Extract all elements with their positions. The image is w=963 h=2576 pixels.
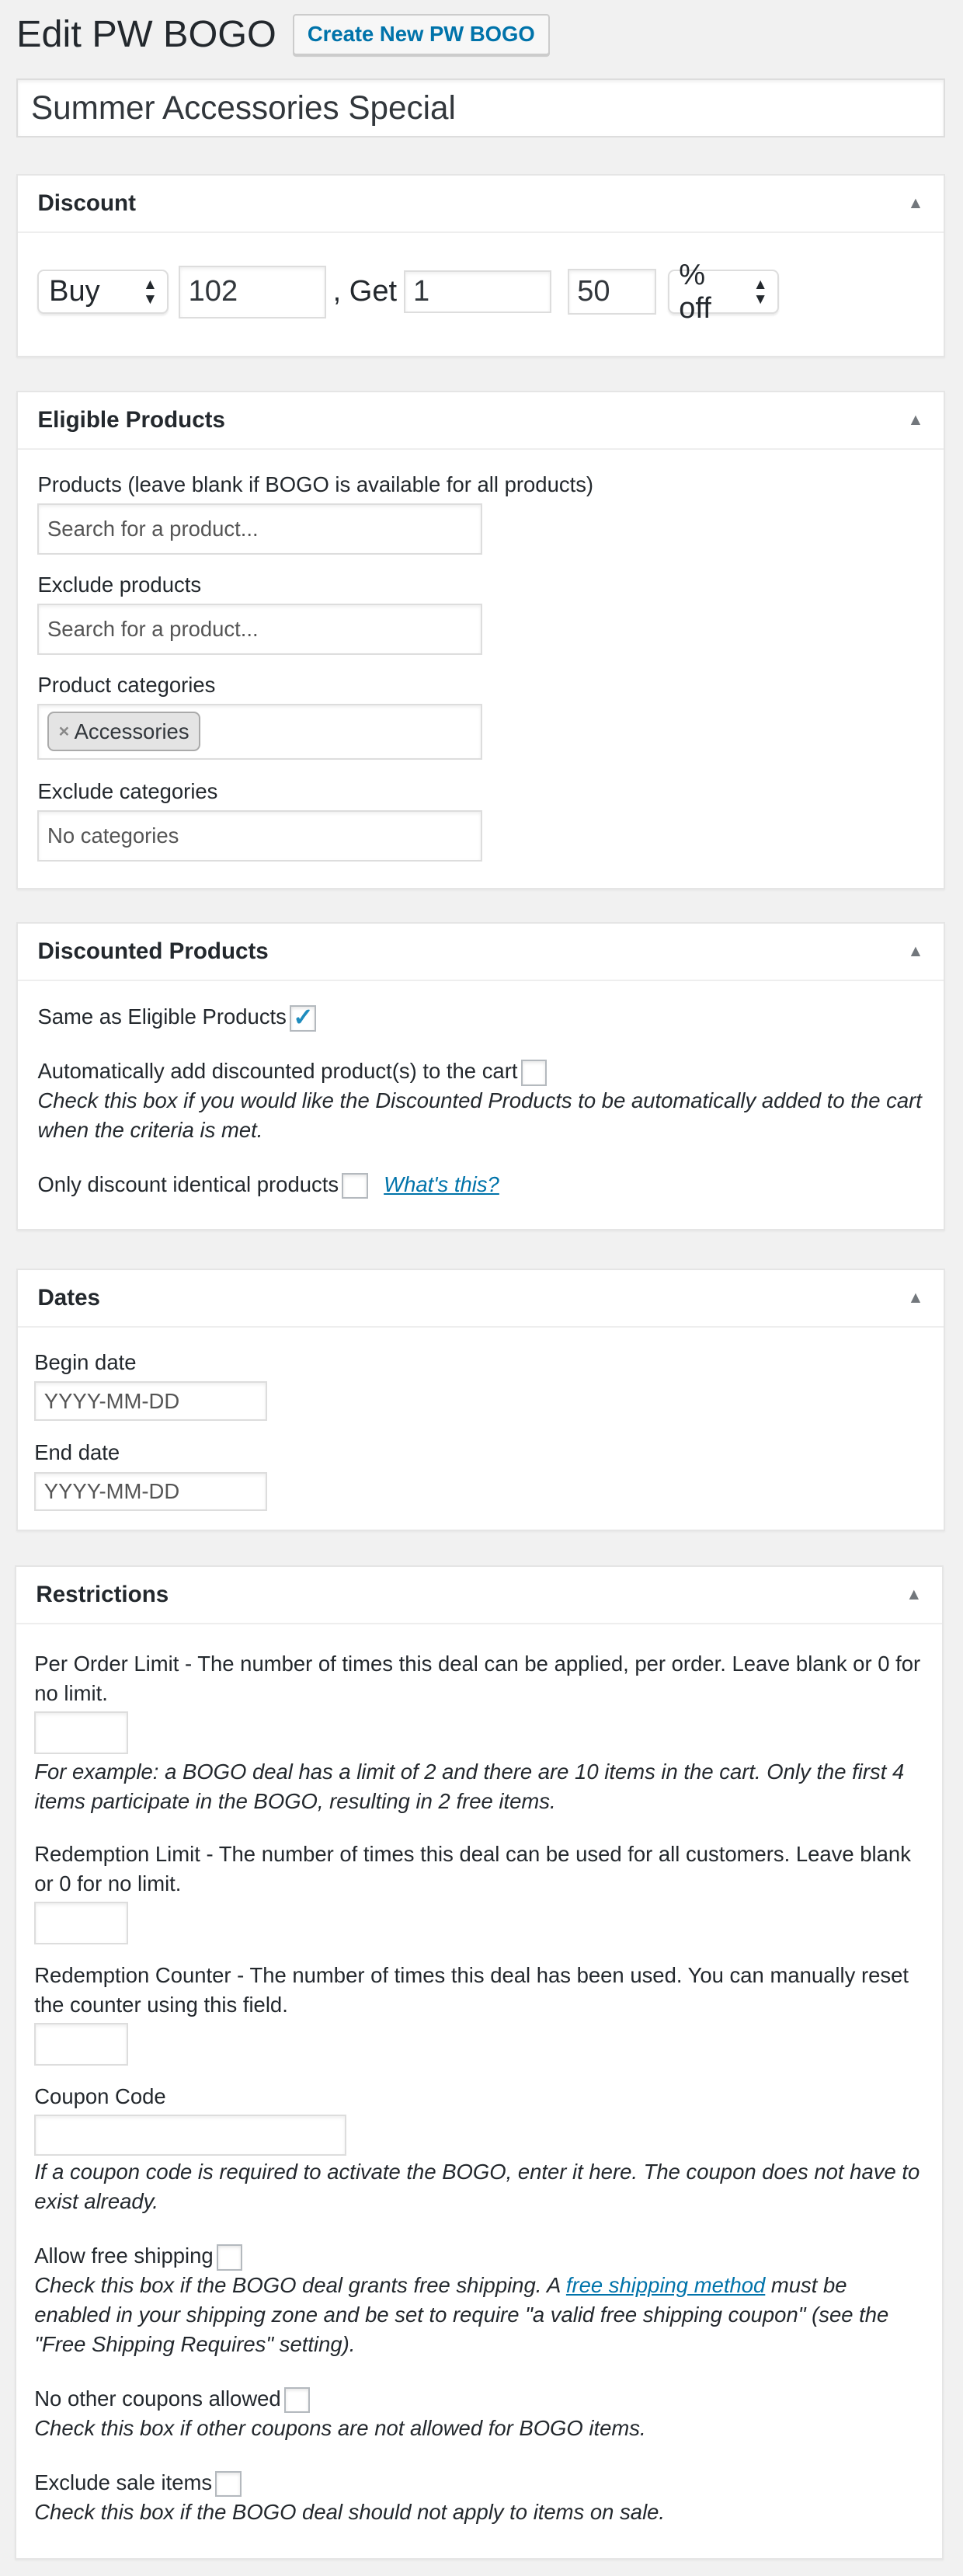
redemption-limit-input[interactable] — [34, 1901, 128, 1944]
identical-products-checkbox[interactable] — [342, 1172, 368, 1199]
dates-panel-header[interactable]: Dates ▲ — [18, 1270, 944, 1328]
eligible-products-panel: Eligible Products ▲ Products (leave blan… — [16, 390, 945, 889]
per-order-limit-input[interactable] — [34, 1711, 128, 1754]
redemption-counter-label: Redemption Counter - The number of times… — [34, 1962, 909, 2017]
same-as-eligible-label: Same as Eligible Products — [37, 1004, 287, 1029]
category-tag: × Accessories — [47, 712, 201, 751]
discount-panel-header[interactable]: Discount ▲ — [18, 176, 944, 233]
triangle-up-icon[interactable]: ▲ — [907, 942, 923, 961]
get-quantity-input[interactable] — [403, 270, 551, 314]
create-new-bogo-button[interactable]: Create New PW BOGO — [292, 13, 550, 55]
per-order-limit-description: For example: a BOGO deal has a limit of … — [34, 1760, 905, 1814]
panel-title: Discounted Products — [37, 938, 269, 965]
redemption-limit-label: Redemption Limit - The number of times t… — [34, 1841, 911, 1895]
discount-amount-input[interactable] — [567, 269, 656, 315]
up-down-arrows-icon: ▲ ▼ — [753, 276, 768, 308]
get-label: , Get — [332, 275, 398, 308]
identical-products-label: Only discount identical products — [37, 1171, 339, 1196]
coupon-code-label: Coupon Code — [34, 2084, 166, 2109]
page-header: Edit PW BOGO Create New PW BOGO — [16, 10, 550, 59]
exclude-categories-label: Exclude categories — [37, 778, 218, 803]
triangle-up-icon[interactable]: ▲ — [907, 194, 923, 213]
products-search-input[interactable] — [37, 503, 482, 555]
auto-add-label: Automatically add discounted product(s) … — [37, 1059, 518, 1084]
no-other-coupons-label: No other coupons allowed — [34, 2386, 281, 2411]
free-shipping-method-link[interactable]: free shipping method — [566, 2273, 765, 2297]
begin-date-input[interactable] — [34, 1381, 268, 1422]
auto-add-checkbox[interactable] — [520, 1060, 548, 1086]
up-down-arrows-icon: ▲ ▼ — [142, 276, 158, 308]
end-date-input[interactable] — [34, 1471, 268, 1512]
auto-add-description: Check this box if you would like the Dis… — [37, 1088, 922, 1143]
product-categories-input[interactable]: × Accessories — [37, 703, 482, 760]
begin-date-label: Begin date — [34, 1350, 137, 1375]
triangle-up-icon[interactable]: ▲ — [907, 411, 923, 430]
exclude-sale-items-description: Check this box if the BOGO deal should n… — [34, 2499, 666, 2524]
restrictions-panel-header[interactable]: Restrictions ▲ — [16, 1567, 942, 1625]
panel-title: Eligible Products — [37, 406, 225, 433]
same-as-eligible-checkbox[interactable] — [290, 1002, 316, 1032]
panel-title: Dates — [37, 1284, 100, 1311]
exclude-categories-input[interactable] — [37, 810, 482, 862]
restrictions-panel: Restrictions ▲ Per Order Limit - The num… — [15, 1565, 944, 2560]
per-order-limit-label: Per Order Limit - The number of times th… — [34, 1651, 921, 1705]
exclude-products-label: Exclude products — [37, 572, 202, 597]
free-shipping-checkbox[interactable] — [216, 2244, 243, 2271]
whats-this-link[interactable]: What's this? — [384, 1172, 499, 1196]
discount-panel: Discount ▲ Buy ▲▼ , Get % off ▲▼ — [16, 173, 945, 358]
buy-quantity-input[interactable] — [179, 265, 327, 319]
panel-title: Restrictions — [36, 1582, 169, 1608]
coupon-code-input[interactable] — [34, 2115, 346, 2157]
products-label: Products (leave blank if BOGO is availab… — [37, 472, 594, 497]
discounted-products-panel: Discounted Products ▲ Same as Eligible P… — [16, 922, 945, 1231]
free-shipping-description: Check this box if the BOGO deal grants f… — [34, 2273, 889, 2357]
eligible-panel-header[interactable]: Eligible Products ▲ — [18, 392, 944, 450]
edit-bogo-page: Edit PW BOGO Create New PW BOGO Discount… — [0, 0, 963, 2573]
free-shipping-label: Allow free shipping — [34, 2244, 214, 2268]
bogo-title-input[interactable] — [16, 78, 945, 138]
triangle-up-icon[interactable]: ▲ — [906, 1586, 922, 1604]
exclude-sale-items-checkbox[interactable] — [215, 2470, 242, 2498]
coupon-code-description: If a coupon code is required to activate… — [34, 2160, 920, 2214]
discount-amount-type-select[interactable]: % off ▲ ▼ — [667, 259, 780, 325]
page-title: Edit PW BOGO — [16, 12, 276, 55]
product-categories-label: Product categories — [37, 672, 216, 697]
dates-panel: Dates ▲ Begin date End date — [16, 1268, 945, 1531]
redemption-counter-input[interactable] — [34, 2023, 128, 2066]
exclude-sale-items-label: Exclude sale items — [34, 2470, 213, 2494]
exclude-products-search-input[interactable] — [37, 604, 482, 655]
discount-type-select[interactable]: Buy ▲ ▼ — [37, 270, 169, 315]
panel-title: Discount — [37, 190, 136, 216]
triangle-up-icon[interactable]: ▲ — [907, 1289, 923, 1307]
no-other-coupons-description: Check this box if other coupons are not … — [34, 2415, 646, 2440]
discounted-panel-header[interactable]: Discounted Products ▲ — [18, 924, 944, 981]
end-date-label: End date — [34, 1440, 120, 1465]
no-other-coupons-checkbox[interactable] — [283, 2386, 311, 2414]
remove-tag-icon[interactable]: × — [59, 721, 70, 742]
